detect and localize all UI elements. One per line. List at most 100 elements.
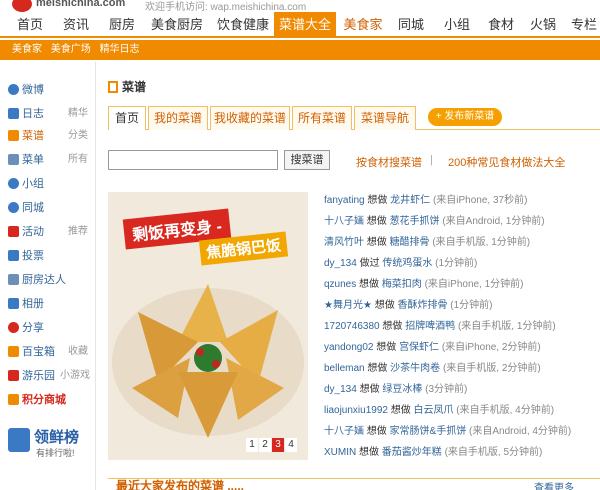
site-logo[interactable] (12, 0, 32, 12)
sidebar-item-treasure[interactable]: 百宝箱 (8, 342, 55, 362)
nav-item-kitchen[interactable]: 厨房 (104, 12, 140, 38)
mobile-hint[interactable]: 欢迎手机访问: wap.meishichina.com (145, 0, 306, 12)
feed-user[interactable]: liaojunxiu1992 (324, 405, 388, 416)
tab-recipe-nav[interactable]: 菜谱导航 (354, 106, 416, 130)
feed-recipe[interactable]: 番茄酱炒年糕 (382, 447, 442, 458)
feed-row: 1720746380 想做 招牌啤酒鸭 (来自手机版, 1分钟前) (324, 321, 556, 332)
feed-row: 十八子婳 想做 葱花手抓饼 (来自Android, 1分钟前) (324, 216, 545, 227)
recipe-tabs: 首页 我的菜谱 我收藏的菜谱 所有菜谱 菜谱导航 (108, 106, 600, 130)
nav-item-health[interactable]: 饮食健康 (212, 12, 274, 38)
sidebar-extra-favorites[interactable]: 收藏 (68, 342, 88, 362)
nav-item-group[interactable]: 小组 (440, 12, 474, 38)
sidebar-item-weibo[interactable]: 微博 (8, 80, 44, 100)
featured-recipe-photo[interactable]: 剩饭再变身 - 焦脆锅巴饭 1234 (108, 192, 308, 460)
feed-user[interactable]: 十八子婳 (324, 216, 364, 227)
feed-user[interactable]: yandong02 (324, 342, 374, 353)
vote-icon (8, 250, 19, 261)
feed-recipe[interactable]: 宫保虾仁 (399, 342, 439, 353)
feed-recipe[interactable]: 家常肠饼&手抓饼 (390, 426, 467, 437)
subnav-item-foodie[interactable]: 美食家 (12, 44, 42, 55)
sub-nav: 美食家 美食广场 精华日志 (0, 40, 600, 60)
sidebar-extra-digest[interactable]: 精华 (68, 104, 88, 124)
sidebar-item-share[interactable]: 分享 (8, 318, 44, 338)
photo-pagination: 1234 (246, 438, 298, 452)
feed-recipe[interactable]: 沙茶牛肉卷 (390, 363, 440, 374)
publish-recipe-button[interactable]: + 发布新菜谱 (428, 108, 502, 126)
nav-item-hotpot[interactable]: 火锅 (528, 12, 558, 38)
tab-my-recipes[interactable]: 我的菜谱 (148, 106, 208, 130)
feed-recipe[interactable]: 绿豆冰棒 (382, 384, 422, 395)
nav-item-ingredients[interactable]: 食材 (484, 12, 518, 38)
feed-user[interactable]: 1720746380 (324, 321, 380, 332)
photo-page-4[interactable]: 4 (285, 438, 297, 452)
rank-title: 领鲜榜 (34, 429, 80, 446)
nav-item-recipes[interactable]: 菜谱大全 (274, 12, 336, 38)
subnav-item-plaza[interactable]: 美食广场 (51, 44, 91, 55)
common-ingredients-link[interactable]: 200种常见食材做法大全 (448, 154, 565, 170)
feed-user[interactable]: XUMIN (324, 447, 356, 458)
feed-row: 清风竹叶 想做 糖醋排骨 (来自手机版, 1分钟前) (324, 237, 531, 248)
nav-item-news[interactable]: 资讯 (58, 12, 94, 38)
recipe-icon (8, 130, 19, 141)
brand-name[interactable]: meishichina.com (36, 0, 125, 9)
feed-row: fanyating 想做 龙井虾仁 (来自iPhone, 37秒前) (324, 195, 528, 206)
view-more-link[interactable]: 查看更多 (534, 479, 574, 490)
nav-item-food-kitchen[interactable]: 美食厨房 (146, 12, 208, 38)
menu-icon (8, 154, 19, 165)
feed-recipe[interactable]: 白云凤爪 (414, 405, 454, 416)
recipe-search-input[interactable] (108, 150, 278, 170)
sidebar-item-chef[interactable]: 厨房达人 (8, 270, 66, 290)
megaphone-icon (8, 428, 30, 452)
feed-user[interactable]: dy_134 (324, 258, 357, 269)
nav-item-home[interactable]: 首页 (12, 12, 48, 38)
album-icon (8, 298, 19, 309)
treasure-icon (8, 346, 19, 357)
tab-home[interactable]: 首页 (108, 106, 146, 130)
feed-user[interactable]: ★舞月光★ (324, 300, 372, 311)
top-strip: meishichina.com 欢迎手机访问: wap.meishichina.… (0, 0, 600, 12)
search-recipe-button[interactable]: 搜菜谱 (284, 150, 330, 170)
tab-favorite-recipes[interactable]: 我收藏的菜谱 (210, 106, 290, 130)
feed-recipe[interactable]: 龙井虾仁 (390, 195, 430, 206)
notebook-icon (108, 81, 118, 93)
sidebar-extra-recommend[interactable]: 推荐 (68, 222, 88, 242)
feed-user[interactable]: fanyating (324, 195, 365, 206)
nav-item-column[interactable]: 专栏 (568, 12, 600, 38)
feed-user[interactable]: dy_134 (324, 384, 357, 395)
subnav-item-digest[interactable]: 精华日志 (100, 44, 140, 55)
sidebar-item-recipe[interactable]: 菜谱 (8, 126, 44, 146)
sidebar-item-game[interactable]: 游乐园 (8, 366, 55, 386)
search-by-ingredient-link[interactable]: 按食材搜菜谱 (356, 154, 422, 170)
feed-recipe[interactable]: 梅菜扣肉 (382, 279, 422, 290)
photo-page-2[interactable]: 2 (259, 438, 271, 452)
sidebar-item-menu[interactable]: 菜单 (8, 150, 44, 170)
feed-recipe[interactable]: 传统鸡蛋水 (382, 258, 432, 269)
sidebar-extra-category[interactable]: 分类 (68, 126, 88, 146)
feed-user[interactable]: 十八子婳 (324, 426, 364, 437)
sidebar-item-vote[interactable]: 投票 (8, 246, 44, 266)
sidebar-item-blog[interactable]: 日志 (8, 104, 44, 124)
sidebar-extra-minigame[interactable]: 小游戏 (60, 366, 90, 386)
sidebar-item-shop[interactable]: 积分商城 (8, 390, 66, 410)
nav-item-city[interactable]: 同城 (394, 12, 428, 38)
sidebar-extra-all[interactable]: 所有 (68, 150, 88, 170)
photo-page-3[interactable]: 3 (272, 438, 284, 452)
sidebar-item-group[interactable]: 小组 (8, 174, 44, 194)
feed-recipe[interactable]: 招牌啤酒鸭 (405, 321, 455, 332)
tab-all-recipes[interactable]: 所有菜谱 (292, 106, 352, 130)
feed-recipe[interactable]: 香酥炸排骨 (398, 300, 448, 311)
nav-item-foodie[interactable]: 美食家 (340, 12, 386, 38)
rank-banner[interactable]: 领鲜榜 有排行啦! (8, 424, 90, 458)
sidebar: 微博 日志 精华 菜谱 分类 菜单 所有 小组 同城 活动 推荐 投票 厨房达人… (0, 62, 96, 490)
feed-user[interactable]: qzunes (324, 279, 356, 290)
feed-row: 十八子婳 想做 家常肠饼&手抓饼 (来自Android, 4分钟前) (324, 426, 572, 437)
sidebar-item-event[interactable]: 活动 (8, 222, 44, 242)
feed-recipe[interactable]: 葱花手抓饼 (390, 216, 440, 227)
feed-recipe[interactable]: 糖醋排骨 (390, 237, 430, 248)
chef-icon (8, 274, 19, 285)
sidebar-item-album[interactable]: 相册 (8, 294, 44, 314)
sidebar-item-city[interactable]: 同城 (8, 198, 44, 218)
feed-user[interactable]: belleman (324, 363, 365, 374)
feed-user[interactable]: 清风竹叶 (324, 237, 364, 248)
photo-page-1[interactable]: 1 (246, 438, 258, 452)
